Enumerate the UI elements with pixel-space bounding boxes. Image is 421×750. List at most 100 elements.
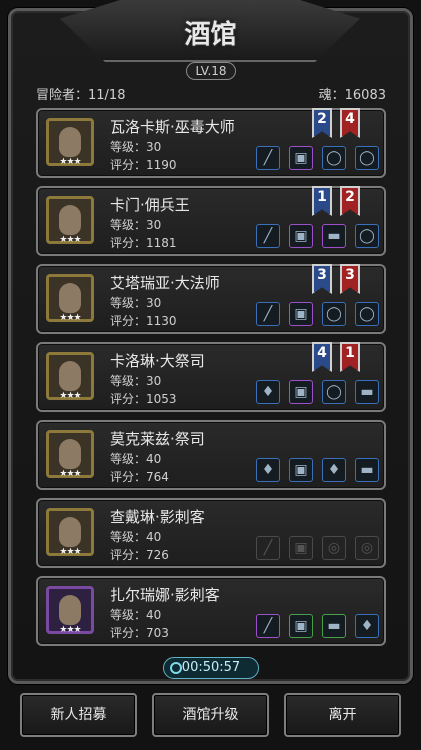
hero-name: 艾塔瑞亚·大法师 [110, 274, 220, 292]
ring-icon[interactable]: ◯ [355, 302, 379, 326]
star-rating: ★★★ [59, 469, 81, 479]
ring-icon[interactable]: ◎ [355, 536, 379, 560]
clock-icon [170, 662, 182, 674]
star-rating: ★★★ [59, 157, 81, 167]
refresh-timer: 00:50:57 [163, 657, 259, 679]
hero-level: 等级：40 [110, 608, 162, 622]
equipment-slots: ╱ ▣ ◎ ◎ [256, 536, 380, 560]
hero-name: 瓦洛卡斯·巫毒大师 [110, 118, 235, 136]
equipment-slots: ♦ ▣ ◯ ▬ [256, 380, 380, 404]
hero-portrait: ★★★ [46, 118, 94, 167]
armor-icon[interactable]: ▣ [289, 224, 313, 248]
armor-icon[interactable]: ▣ [289, 380, 313, 404]
rank-flag-red: 1 [340, 342, 360, 372]
ring-icon[interactable]: ◯ [355, 224, 379, 248]
hero-level: 等级：40 [110, 452, 162, 466]
adventurer-count: 冒险者：11/18 [36, 88, 126, 103]
hero-portrait: ★★★ [46, 508, 94, 557]
hero-card[interactable]: ★★★ 卡门·佣兵王 等级：30 评分：1181 1 2 ╱ ▣ ▬ ◯ [36, 186, 386, 256]
ring-icon[interactable]: ◯ [322, 380, 346, 404]
hero-face-icon [59, 361, 81, 391]
equipment-slots: ╱ ▣ ◯ ◯ [256, 146, 380, 170]
hero-face-icon [59, 127, 81, 157]
scroll-icon[interactable]: ▬ [322, 614, 346, 638]
hero-score: 评分：1190 [110, 158, 177, 172]
page-title: 酒馆 [184, 20, 237, 50]
hero-card[interactable]: ★★★ 卡洛琳·大祭司 等级：30 评分：1053 4 1 ♦ ▣ ◯ ▬ [36, 342, 386, 412]
ring-icon[interactable]: ◯ [355, 146, 379, 170]
scroll-icon[interactable]: ▬ [355, 380, 379, 404]
star-rating: ★★★ [59, 625, 81, 635]
necklace-icon[interactable]: ♦ [355, 614, 379, 638]
hero-portrait: ★★★ [46, 430, 94, 479]
rank-flag-blue: 3 [312, 264, 332, 294]
armor-icon[interactable]: ▣ [289, 146, 313, 170]
hero-score: 评分：1181 [110, 236, 177, 250]
star-rating: ★★★ [59, 313, 81, 323]
equipment-slots: ♦ ▣ ♦ ▬ [256, 458, 380, 482]
hero-card[interactable]: ★★★ 莫克莱兹·祭司 等级：40 评分：764 ♦ ▣ ♦ ▬ [36, 420, 386, 490]
hero-face-icon [59, 283, 81, 313]
tavern-level-badge: LV.18 [186, 62, 236, 80]
hero-level: 等级：30 [110, 296, 162, 310]
hero-name: 卡洛琳·大祭司 [110, 352, 205, 370]
hero-portrait: ★★★ [46, 586, 94, 635]
leave-button[interactable]: 离开 [284, 693, 401, 737]
scroll-icon[interactable]: ▬ [322, 224, 346, 248]
ring-icon[interactable]: ◯ [322, 146, 346, 170]
sword-icon[interactable]: ╱ [256, 614, 280, 638]
hero-card[interactable]: ★★★ 瓦洛卡斯·巫毒大师 等级：30 评分：1190 2 4 ╱ ▣ ◯ ◯ [36, 108, 386, 178]
hero-name: 查戴琳·影刺客 [110, 508, 205, 526]
equipment-slots: ╱ ▣ ◯ ◯ [256, 302, 380, 326]
hero-face-icon [59, 205, 81, 235]
hero-card[interactable]: ★★★ 艾塔瑞亚·大法师 等级：30 评分：1130 3 3 ╱ ▣ ◯ ◯ [36, 264, 386, 334]
rank-flag-red: 4 [340, 108, 360, 138]
sword-icon[interactable]: ╱ [256, 224, 280, 248]
necklace-icon[interactable]: ♦ [256, 458, 280, 482]
hero-score: 评分：1053 [110, 392, 177, 406]
ring-icon[interactable]: ◎ [322, 536, 346, 560]
armor-icon[interactable]: ▣ [289, 458, 313, 482]
armor-icon[interactable]: ▣ [289, 614, 313, 638]
scroll-icon[interactable]: ▬ [355, 458, 379, 482]
hero-face-icon [59, 439, 81, 469]
hero-score: 评分：703 [110, 626, 169, 640]
rank-flag-blue: 1 [312, 186, 332, 216]
hero-score: 评分：726 [110, 548, 169, 562]
necklace-icon[interactable]: ♦ [322, 458, 346, 482]
hero-card[interactable]: ★★★ 扎尔瑞娜·影刺客 等级：40 评分：703 ╱ ▣ ▬ ♦ [36, 576, 386, 646]
hero-score: 评分：764 [110, 470, 169, 484]
hero-level: 等级：40 [110, 530, 162, 544]
rank-flag-red: 2 [340, 186, 360, 216]
equipment-slots: ╱ ▣ ▬ ♦ [256, 614, 380, 638]
hero-face-icon [59, 595, 81, 625]
hero-card[interactable]: ★★★ 查戴琳·影刺客 等级：40 评分：726 ╱ ▣ ◎ ◎ [36, 498, 386, 568]
rank-flag-red: 3 [340, 264, 360, 294]
recruit-button[interactable]: 新人招募 [20, 693, 137, 737]
ring-icon[interactable]: ◯ [322, 302, 346, 326]
rank-flag-blue: 2 [312, 108, 332, 138]
hero-face-icon [59, 517, 81, 547]
necklace-icon[interactable]: ♦ [256, 380, 280, 404]
rank-flag-blue: 4 [312, 342, 332, 372]
timer-label: 00:50:57 [181, 660, 241, 675]
hero-name: 扎尔瑞娜·影刺客 [110, 586, 220, 604]
hero-level: 等级：30 [110, 218, 162, 232]
star-rating: ★★★ [59, 547, 81, 557]
star-rating: ★★★ [59, 235, 81, 245]
armor-icon[interactable]: ▣ [289, 302, 313, 326]
soul-count: 魂：16083 [318, 88, 386, 103]
hero-portrait: ★★★ [46, 352, 94, 401]
hero-level: 等级：30 [110, 140, 162, 154]
sword-icon[interactable]: ╱ [256, 302, 280, 326]
star-rating: ★★★ [59, 391, 81, 401]
sword-icon[interactable]: ╱ [256, 146, 280, 170]
hero-portrait: ★★★ [46, 196, 94, 245]
armor-icon[interactable]: ▣ [289, 536, 313, 560]
info-bar: 冒险者：11/18 魂：16083 [36, 84, 386, 103]
hero-list: ★★★ 瓦洛卡斯·巫毒大师 等级：30 评分：1190 2 4 ╱ ▣ ◯ ◯ … [36, 108, 386, 654]
hero-level: 等级：30 [110, 374, 162, 388]
upgrade-tavern-button[interactable]: 酒馆升级 [152, 693, 269, 737]
hero-score: 评分：1130 [110, 314, 177, 328]
sword-icon[interactable]: ╱ [256, 536, 280, 560]
